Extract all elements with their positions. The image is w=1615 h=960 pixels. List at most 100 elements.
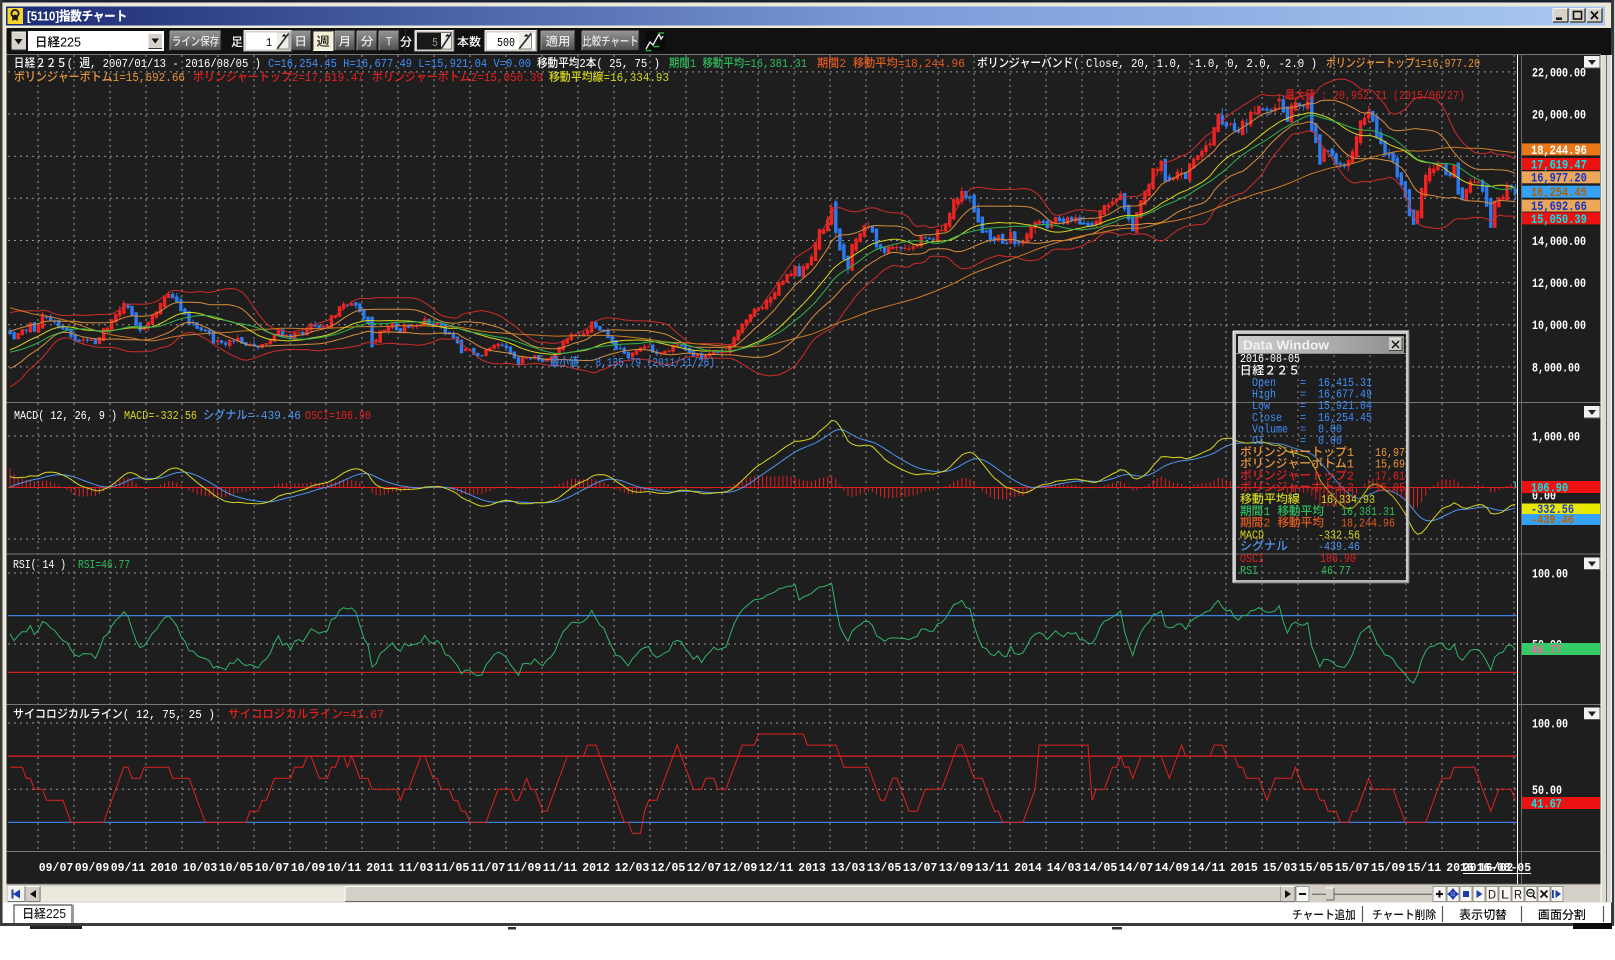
svg-text:15/11: 15/11	[1407, 861, 1442, 875]
svg-text:T: T	[386, 33, 394, 50]
svg-text:表示切替: 表示切替	[1458, 906, 1507, 923]
svg-text:10/09: 10/09	[291, 861, 326, 875]
svg-text:RSI( 14 ): RSI( 14 )	[13, 558, 66, 572]
svg-text:RSI=46.77: RSI=46.77	[78, 558, 130, 572]
svg-text:最大値 : 20,952.71 (2015/06/27): 最大値 : 20,952.71 (2015/06/27)	[1285, 88, 1465, 103]
svg-text:D: D	[1488, 888, 1496, 902]
svg-text:R: R	[1514, 888, 1522, 902]
svg-text:11/03: 11/03	[399, 861, 434, 875]
svg-text:09/07: 09/07	[39, 861, 74, 875]
svg-text:13/11: 13/11	[975, 861, 1010, 875]
svg-text:MACD=-332.56: MACD=-332.56	[124, 409, 197, 423]
svg-text:106.90: 106.90	[1531, 481, 1568, 495]
svg-text:8,000.00: 8,000.00	[1532, 360, 1580, 375]
svg-text:17,619.47: 17,619.47	[1531, 158, 1587, 172]
svg-text:日: 日	[295, 33, 308, 50]
svg-text:15/05: 15/05	[1299, 861, 1334, 875]
svg-text:100.00: 100.00	[1532, 567, 1568, 582]
svg-text:RSI: RSI	[1240, 564, 1258, 578]
svg-text:14/03: 14/03	[1047, 861, 1082, 875]
svg-text:期間2 移動平均=18,244.96: 期間2 移動平均=18,244.96	[817, 56, 965, 71]
svg-text:-439.46: -439.46	[1531, 514, 1574, 528]
svg-text:100.00: 100.00	[1532, 717, 1568, 732]
svg-text:12/03: 12/03	[615, 861, 650, 875]
svg-text:サイコロジカルライン=41.67: サイコロジカルライン=41.67	[228, 708, 384, 722]
svg-text:13/03: 13/03	[831, 861, 866, 875]
svg-text:18,244.96: 18,244.96	[1531, 144, 1587, 158]
svg-text:OSCI=106.90: OSCI=106.90	[305, 409, 371, 423]
svg-text:ボリンジャートップ1=16,977.20: ボリンジャートップ1=16,977.20	[1326, 57, 1480, 71]
svg-text:1: 1	[266, 36, 272, 50]
svg-text:月: 月	[339, 33, 352, 50]
svg-text:足: 足	[231, 33, 243, 50]
svg-text:5: 5	[432, 36, 438, 50]
svg-text:20,000.00: 20,000.00	[1532, 108, 1586, 123]
svg-text:比較チャート: 比較チャート	[583, 33, 639, 50]
svg-text:MACD( 12, 26, 9 ): MACD( 12, 26, 9 )	[14, 409, 117, 423]
svg-text:12/11: 12/11	[759, 861, 794, 875]
svg-text:分: 分	[400, 33, 412, 50]
svg-text:日経225: 日経225	[35, 32, 81, 51]
svg-text:10/05: 10/05	[219, 861, 254, 875]
svg-text:14/11: 14/11	[1191, 861, 1226, 875]
svg-text:12/05: 12/05	[651, 861, 686, 875]
svg-text:14/05: 14/05	[1083, 861, 1118, 875]
svg-text:C=16,254.45 H=16,677.49 L=15,9: C=16,254.45 H=16,677.49 L=15,921.04 V=0.…	[268, 57, 531, 71]
svg-text:14/07: 14/07	[1119, 861, 1154, 875]
svg-text:2015: 2015	[1230, 861, 1258, 875]
svg-text:[5110]指数チャート: [5110]指数チャート	[27, 6, 127, 25]
svg-text:分: 分	[361, 33, 374, 50]
svg-text:16,977.20: 16,977.20	[1531, 172, 1587, 186]
svg-text:シグナル=-439.46: シグナル=-439.46	[203, 408, 301, 423]
svg-text:500: 500	[497, 36, 515, 50]
svg-text:2014: 2014	[1014, 861, 1042, 875]
svg-text:50.00: 50.00	[1532, 783, 1562, 798]
svg-text:11/05: 11/05	[435, 861, 470, 875]
svg-text:ボリンジャーボトム1=15,692.66: ボリンジャーボトム1=15,692.66	[14, 71, 185, 85]
svg-text:2012: 2012	[582, 861, 610, 875]
svg-text:ボリンジャーボトム2=15,050.39: ボリンジャーボトム2=15,050.39	[372, 71, 543, 85]
svg-text:L: L	[1501, 888, 1509, 902]
svg-text:期間1 移動平均=16,381.31: 期間1 移動平均=16,381.31	[669, 56, 807, 71]
svg-text:チャート削除: チャート削除	[1372, 906, 1436, 923]
svg-text:15/03: 15/03	[1263, 861, 1298, 875]
svg-text:チャート追加: チャート追加	[1292, 906, 1356, 923]
svg-text:09/11: 09/11	[111, 861, 146, 875]
svg-text:週: 週	[317, 33, 330, 50]
svg-text:15,050.39: 15,050.39	[1531, 213, 1587, 227]
svg-text:日経２２５( 週, 2007/01/13 - 2016/08: 日経２２５( 週, 2007/01/13 - 2016/08/05 )	[14, 57, 261, 71]
svg-text:最小値 : 8,135.79 (2011/11/26): 最小値 : 8,135.79 (2011/11/26)	[550, 355, 715, 370]
svg-text:11/11: 11/11	[543, 861, 578, 875]
svg-text:サイコロジカルライン( 12, 75, 25 ): サイコロジカルライン( 12, 75, 25 )	[13, 708, 215, 722]
svg-text:ボリンジャートップ2=17,619.47: ボリンジャートップ2=17,619.47	[193, 71, 364, 85]
svg-text:ボリンジャーバンド( Close, 20, 1.0, -1.: ボリンジャーバンド( Close, 20, 1.0, -1.0, 0, 2.0,…	[977, 57, 1317, 71]
svg-text:ライン保存: ライン保存	[172, 33, 219, 50]
svg-text:日経225: 日経225	[22, 903, 66, 922]
svg-text:12/09: 12/09	[723, 861, 758, 875]
svg-text:本数: 本数	[456, 33, 481, 50]
svg-text:適用: 適用	[546, 33, 571, 50]
svg-text:2016-08-05: 2016-08-05	[1463, 861, 1531, 875]
svg-text:10,000.00: 10,000.00	[1532, 318, 1586, 333]
svg-text:Data Window: Data Window	[1243, 339, 1329, 353]
svg-text:1,000.00: 1,000.00	[1532, 430, 1580, 445]
svg-text:2011: 2011	[366, 861, 394, 875]
svg-text:11/09: 11/09	[507, 861, 542, 875]
svg-text:41.67: 41.67	[1531, 797, 1562, 811]
svg-text:46.77: 46.77	[1321, 564, 1351, 578]
svg-text:12,000.00: 12,000.00	[1532, 276, 1586, 291]
svg-text:46.77: 46.77	[1531, 643, 1562, 657]
svg-text:22,000.00: 22,000.00	[1532, 65, 1586, 80]
svg-text:13/05: 13/05	[867, 861, 902, 875]
svg-text:13/07: 13/07	[903, 861, 938, 875]
svg-text:画面分割: 画面分割	[1538, 906, 1586, 923]
svg-text:10/11: 10/11	[327, 861, 362, 875]
svg-text:移動平均線=16,334.93: 移動平均線=16,334.93	[548, 70, 669, 85]
svg-text:16,254.45: 16,254.45	[1531, 186, 1587, 200]
svg-text:15/09: 15/09	[1371, 861, 1406, 875]
svg-text:09/09: 09/09	[75, 861, 110, 875]
svg-text:14,000.00: 14,000.00	[1532, 234, 1586, 249]
svg-text:15/07: 15/07	[1335, 861, 1370, 875]
svg-text:11/07: 11/07	[471, 861, 506, 875]
svg-text:10/03: 10/03	[183, 861, 218, 875]
